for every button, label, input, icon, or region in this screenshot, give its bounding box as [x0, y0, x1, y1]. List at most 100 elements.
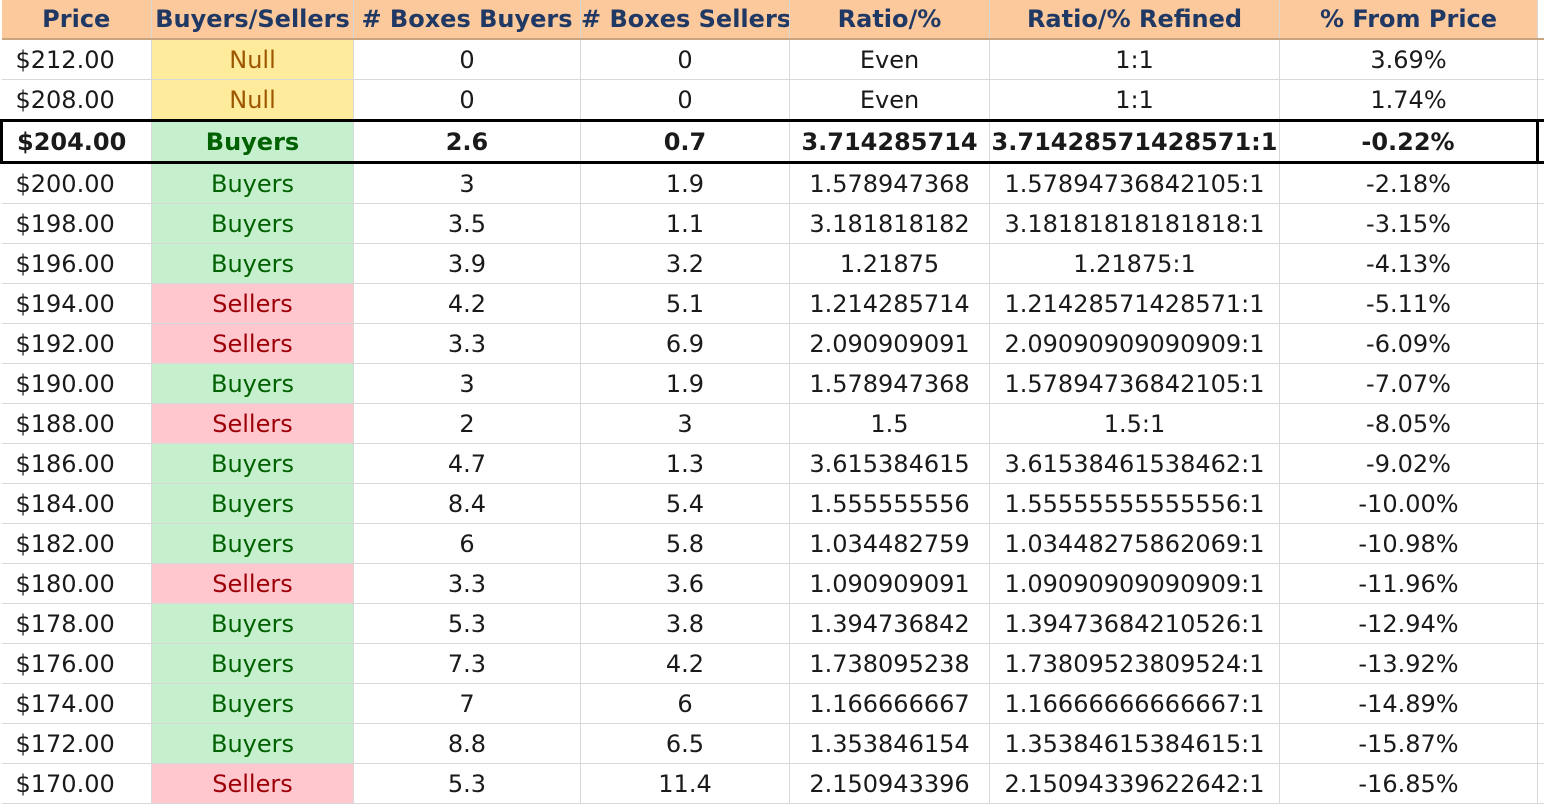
boxes-sellers-cell[interactable]: 3: [581, 404, 790, 444]
pct-from-price-cell[interactable]: -3.15%: [1280, 204, 1538, 244]
ratio-cell[interactable]: 1.578947368: [790, 163, 990, 204]
ratio-refined-cell[interactable]: 1.5:1: [990, 404, 1280, 444]
empty-cell[interactable]: [1538, 404, 1544, 444]
boxes-sellers-cell[interactable]: 0: [581, 39, 790, 80]
ratio-cell[interactable]: 1.394736842: [790, 604, 990, 644]
price-cell[interactable]: $196.00: [2, 244, 152, 284]
price-cell[interactable]: $178.00: [2, 604, 152, 644]
boxes-sellers-cell[interactable]: 1.9: [581, 364, 790, 404]
boxes-sellers-cell[interactable]: 5.8: [581, 524, 790, 564]
boxes-buyers-cell[interactable]: 3: [354, 163, 581, 204]
boxes-buyers-cell[interactable]: 6: [354, 524, 581, 564]
ratio-cell[interactable]: 3.181818182: [790, 204, 990, 244]
ratio-cell[interactable]: 1.21875: [790, 244, 990, 284]
empty-cell[interactable]: [1538, 163, 1544, 204]
boxes-buyers-cell[interactable]: 8.8: [354, 724, 581, 764]
ratio-refined-cell[interactable]: 1.03448275862069:1: [990, 524, 1280, 564]
pct-from-price-cell[interactable]: -13.92%: [1280, 644, 1538, 684]
boxes-buyers-cell[interactable]: 4.7: [354, 444, 581, 484]
buyers-sellers-cell[interactable]: Buyers: [152, 204, 354, 244]
price-cell[interactable]: $174.00: [2, 684, 152, 724]
boxes-buyers-cell[interactable]: 3.3: [354, 564, 581, 604]
ratio-cell[interactable]: 2.090909091: [790, 324, 990, 364]
ratio-cell[interactable]: 1.5: [790, 404, 990, 444]
price-cell[interactable]: $188.00: [2, 404, 152, 444]
empty-cell[interactable]: [1538, 444, 1544, 484]
price-cell[interactable]: $186.00: [2, 444, 152, 484]
buyers-sellers-cell[interactable]: Sellers: [152, 564, 354, 604]
ratio-refined-cell[interactable]: 1.57894736842105:1: [990, 163, 1280, 204]
pct-from-price-cell[interactable]: -9.02%: [1280, 444, 1538, 484]
ratio-refined-cell[interactable]: 1.09090909090909:1: [990, 564, 1280, 604]
boxes-buyers-cell[interactable]: 7.3: [354, 644, 581, 684]
boxes-buyers-cell[interactable]: 0: [354, 80, 581, 121]
price-cell[interactable]: $182.00: [2, 524, 152, 564]
empty-cell[interactable]: [1538, 284, 1544, 324]
pct-from-price-cell[interactable]: -7.07%: [1280, 364, 1538, 404]
price-cell[interactable]: $194.00: [2, 284, 152, 324]
pct-from-price-cell[interactable]: -16.85%: [1280, 764, 1538, 804]
boxes-sellers-cell[interactable]: 0.7: [581, 121, 790, 163]
pct-from-price-cell[interactable]: -10.98%: [1280, 524, 1538, 564]
buyers-sellers-cell[interactable]: Null: [152, 39, 354, 80]
ratio-cell[interactable]: 3.714285714: [790, 121, 990, 163]
ratio-cell[interactable]: Even: [790, 39, 990, 80]
boxes-sellers-cell[interactable]: 6: [581, 684, 790, 724]
ratio-refined-cell[interactable]: 1.16666666666667:1: [990, 684, 1280, 724]
empty-cell[interactable]: [1538, 684, 1544, 724]
ratio-refined-cell[interactable]: 3.71428571428571:1: [990, 121, 1280, 163]
boxes-sellers-cell[interactable]: 11.4: [581, 764, 790, 804]
ratio-refined-cell[interactable]: 3.61538461538462:1: [990, 444, 1280, 484]
boxes-sellers-cell[interactable]: 3.8: [581, 604, 790, 644]
empty-cell[interactable]: [1538, 604, 1544, 644]
buyers-sellers-cell[interactable]: Buyers: [152, 604, 354, 644]
price-cell[interactable]: $208.00: [2, 80, 152, 121]
buyers-sellers-cell[interactable]: Buyers: [152, 364, 354, 404]
price-cell[interactable]: $180.00: [2, 564, 152, 604]
price-cell[interactable]: $200.00: [2, 163, 152, 204]
pct-from-price-cell[interactable]: -14.89%: [1280, 684, 1538, 724]
ratio-cell[interactable]: 1.090909091: [790, 564, 990, 604]
boxes-sellers-cell[interactable]: 1.3: [581, 444, 790, 484]
boxes-buyers-cell[interactable]: 5.3: [354, 604, 581, 644]
ratio-refined-cell[interactable]: 3.18181818181818:1: [990, 204, 1280, 244]
boxes-buyers-cell[interactable]: 3: [354, 364, 581, 404]
ratio-cell[interactable]: 1.555555556: [790, 484, 990, 524]
boxes-buyers-cell[interactable]: 3.3: [354, 324, 581, 364]
ratio-cell[interactable]: 1.738095238: [790, 644, 990, 684]
buyers-sellers-cell[interactable]: Sellers: [152, 404, 354, 444]
pct-from-price-cell[interactable]: -12.94%: [1280, 604, 1538, 644]
pct-from-price-cell[interactable]: -0.22%: [1280, 121, 1538, 163]
boxes-sellers-cell[interactable]: 1.1: [581, 204, 790, 244]
boxes-sellers-cell[interactable]: 3.6: [581, 564, 790, 604]
ratio-refined-cell[interactable]: 1:1: [990, 39, 1280, 80]
empty-cell[interactable]: [1538, 244, 1544, 284]
boxes-sellers-cell[interactable]: 4.2: [581, 644, 790, 684]
column-header-boxes-sellers[interactable]: # Boxes Sellers: [581, 0, 790, 39]
buyers-sellers-cell[interactable]: Buyers: [152, 444, 354, 484]
price-cell[interactable]: $198.00: [2, 204, 152, 244]
empty-cell[interactable]: [1538, 484, 1544, 524]
column-header-price[interactable]: Price: [2, 0, 152, 39]
ratio-refined-cell[interactable]: 1.73809523809524:1: [990, 644, 1280, 684]
ratio-cell[interactable]: 1.578947368: [790, 364, 990, 404]
ratio-cell[interactable]: 3.615384615: [790, 444, 990, 484]
pct-from-price-cell[interactable]: -15.87%: [1280, 724, 1538, 764]
ratio-refined-cell[interactable]: 1.35384615384615:1: [990, 724, 1280, 764]
ratio-refined-cell[interactable]: 2.15094339622642:1: [990, 764, 1280, 804]
price-cell[interactable]: $184.00: [2, 484, 152, 524]
buyers-sellers-cell[interactable]: Null: [152, 80, 354, 121]
ratio-cell[interactable]: 2.150943396: [790, 764, 990, 804]
price-cell[interactable]: $212.00: [2, 39, 152, 80]
boxes-buyers-cell[interactable]: 7: [354, 684, 581, 724]
boxes-buyers-cell[interactable]: 4.2: [354, 284, 581, 324]
price-cell[interactable]: $170.00: [2, 764, 152, 804]
buyers-sellers-cell[interactable]: Buyers: [152, 121, 354, 163]
pct-from-price-cell[interactable]: -10.00%: [1280, 484, 1538, 524]
ratio-refined-cell[interactable]: 1.55555555555556:1: [990, 484, 1280, 524]
buyers-sellers-cell[interactable]: Buyers: [152, 644, 354, 684]
pct-from-price-cell[interactable]: 1.74%: [1280, 80, 1538, 121]
price-cell[interactable]: $192.00: [2, 324, 152, 364]
pct-from-price-cell[interactable]: -5.11%: [1280, 284, 1538, 324]
buyers-sellers-cell[interactable]: Buyers: [152, 484, 354, 524]
